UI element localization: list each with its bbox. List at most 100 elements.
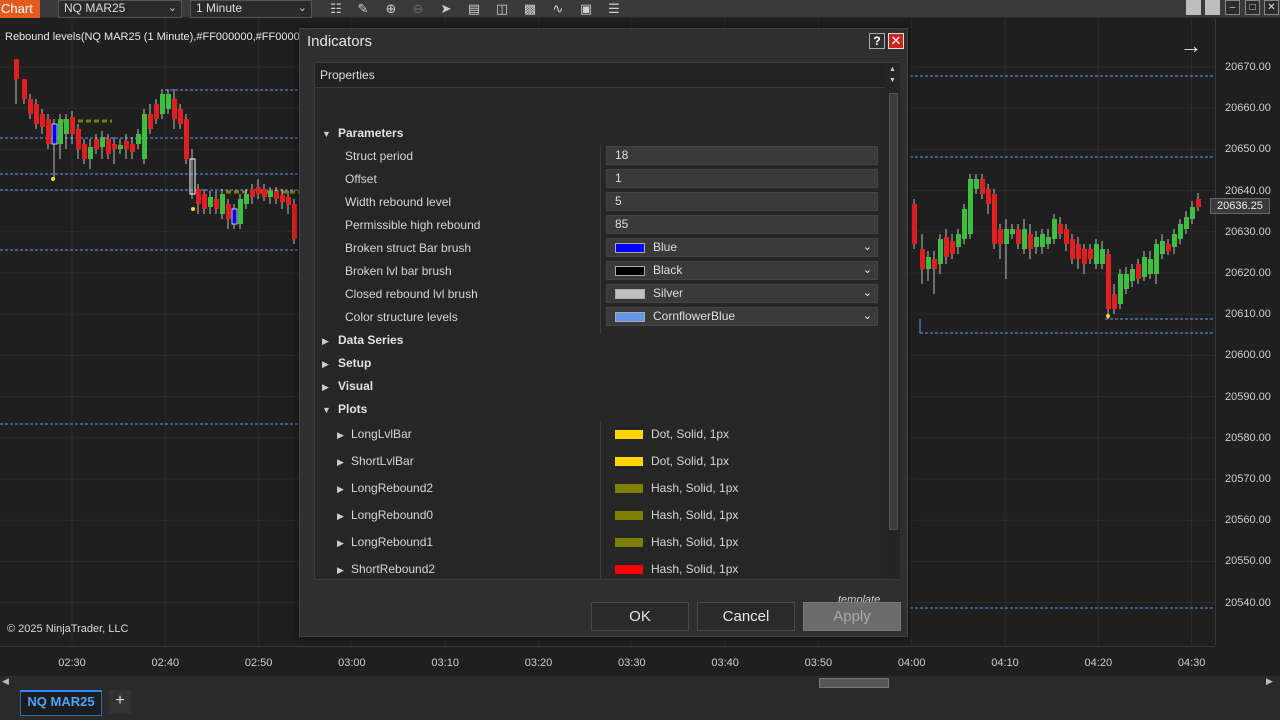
instrument-selector[interactable]: NQ MAR25 ⌄	[58, 0, 182, 18]
minimize-icon[interactable]: –	[1225, 0, 1240, 15]
chart-window-tab[interactable]: Chart	[0, 0, 40, 18]
time-axis[interactable]: 02:30 02:40 02:50 03:00 03:10 03:20 03:30 03:40…	[0, 646, 1215, 676]
candle-body	[142, 114, 147, 159]
interval-selector-label: 1 Minute	[196, 1, 243, 15]
broken-lvl-bar-brush-select[interactable]: Black ⌄	[606, 261, 878, 280]
color-swatch	[615, 511, 643, 521]
color-swatch	[615, 265, 645, 276]
maximize-icon[interactable]: □	[1245, 0, 1260, 15]
templates-icon[interactable]: ◫	[492, 0, 512, 18]
plot-dot	[51, 177, 55, 181]
param-label-broken-struct-bar-brush: Broken struct Bar brush	[345, 241, 472, 255]
candle-body	[1058, 224, 1063, 234]
candle-body	[214, 199, 219, 209]
properties-icon[interactable]: ▣	[576, 0, 596, 18]
category-visual[interactable]: ▶ Visual	[322, 376, 373, 396]
color-structure-levels-select[interactable]: CornflowerBlue ⌄	[606, 307, 878, 326]
plot-label: ShortLvlBar	[351, 454, 414, 468]
struct-period-input[interactable]: 18	[606, 146, 878, 165]
price-tick-label: 20610.00	[1225, 308, 1271, 321]
strategies-icon[interactable]: ▩	[520, 0, 540, 18]
scrollbar-thumb[interactable]	[819, 678, 889, 688]
plot-long-rebound1[interactable]: ▶ LongRebound1	[337, 532, 433, 553]
data-box-icon[interactable]: ▤	[464, 0, 484, 18]
bars-type-icon[interactable]: ☷	[326, 0, 346, 18]
properties-header: Properties	[315, 63, 885, 88]
plot-long-rebound1-value[interactable]: Hash, Solid, 1px	[615, 532, 738, 552]
apply-button[interactable]: Apply	[803, 602, 901, 631]
category-setup[interactable]: ▶ Setup	[322, 353, 371, 373]
scroll-down-icon[interactable]: ▼	[889, 77, 896, 84]
candle-body	[196, 189, 201, 204]
candle-body	[1052, 219, 1057, 239]
price-tick-label: 20580.00	[1225, 431, 1271, 444]
draw-pencil-icon[interactable]: ✎	[353, 0, 373, 18]
cursor-icon[interactable]: ➤	[436, 0, 456, 18]
close-window-icon[interactable]: ✕	[1264, 0, 1279, 15]
closed-rebound-lvl-brush-select[interactable]: Silver ⌄	[606, 284, 878, 303]
plot-long-rebound2[interactable]: ▶ LongRebound2	[337, 478, 433, 499]
broken-struct-bar-brush-select[interactable]: Blue ⌄	[606, 238, 878, 257]
category-parameters[interactable]: ▼ Parameters	[322, 123, 403, 143]
permissible-high-rebound-input[interactable]: 85	[606, 215, 878, 234]
candle-body	[76, 129, 81, 149]
price-tick-label: 20570.00	[1225, 473, 1271, 485]
price-tick-label: 20590.00	[1225, 390, 1271, 403]
color-swatch	[615, 311, 645, 322]
price-axis[interactable]: 20670.00 20660.00 20650.00 20640.00 20630.00…	[1215, 19, 1280, 645]
plot-short-lvl-bar-value[interactable]: Dot, Solid, 1px	[615, 451, 729, 471]
zoom-out-icon[interactable]: ⊖	[408, 0, 428, 18]
plot-short-lvl-bar[interactable]: ▶ ShortLvlBar	[337, 451, 414, 472]
candle-body	[1166, 244, 1171, 251]
candle-body	[1136, 264, 1141, 279]
plot-short-rebound2[interactable]: ▶ ShortRebound2	[337, 559, 435, 580]
indicator-label: Rebound levels(NQ MAR25 (1 Minute),#FF00…	[5, 31, 322, 43]
plot-long-lvl-bar[interactable]: ▶ LongLvlBar	[337, 424, 412, 445]
offset-input[interactable]: 1	[606, 169, 878, 188]
candle-body	[40, 114, 45, 127]
color-swatch	[615, 484, 643, 494]
candle-body	[1130, 269, 1135, 281]
plot-long-rebound0-value[interactable]: Hash, Solid, 1px	[615, 505, 738, 525]
candle-body	[1100, 249, 1105, 264]
add-tab-button[interactable]: +	[109, 690, 131, 714]
window-pin-icon[interactable]	[1186, 0, 1201, 15]
indicators-icon[interactable]: ∿	[548, 0, 568, 18]
time-tick-label: 03:50	[804, 657, 833, 669]
plot-value: Hash, Solid, 1px	[651, 508, 739, 522]
chevron-down-icon: ⌄	[862, 241, 872, 253]
help-button[interactable]: ?	[869, 33, 885, 49]
plot-short-rebound2-value[interactable]: Hash, Solid, 1px	[615, 559, 738, 579]
plot-long-lvl-bar-value[interactable]: Dot, Solid, 1px	[615, 424, 729, 444]
close-dialog-button[interactable]: ✕	[888, 33, 904, 49]
candle-body	[974, 179, 979, 189]
time-tick-label: 04:30	[1177, 657, 1206, 669]
scroll-up-icon[interactable]: ▲	[889, 66, 896, 73]
list-icon[interactable]: ☰	[604, 0, 624, 18]
cancel-button[interactable]: Cancel	[697, 602, 795, 631]
zoom-in-icon[interactable]: ⊕	[381, 0, 401, 18]
plot-long-rebound0[interactable]: ▶ LongRebound0	[337, 505, 433, 526]
plot-long-rebound2-value[interactable]: Hash, Solid, 1px	[615, 478, 738, 498]
width-rebound-level-input[interactable]: 5	[606, 192, 878, 211]
candle-body	[1076, 244, 1081, 259]
candle-body	[274, 191, 279, 199]
category-parameters-label: Parameters	[338, 126, 404, 140]
candle-body	[46, 119, 51, 144]
scroll-right-icon[interactable]: ▶	[1266, 676, 1273, 687]
ok-button[interactable]: OK	[591, 602, 689, 631]
properties-panel: Properties ▲ ▼ ▼ Parameters Struct period…	[314, 62, 900, 606]
horizontal-scrollbar[interactable]	[0, 676, 1280, 690]
category-plots[interactable]: ▼ Plots	[322, 399, 367, 419]
properties-scrollbar-thumb[interactable]	[889, 93, 898, 530]
instrument-tab[interactable]: NQ MAR25	[20, 690, 102, 716]
scroll-left-icon[interactable]: ◀	[2, 676, 9, 687]
interval-selector[interactable]: 1 Minute ⌄	[190, 0, 312, 18]
arrow-right-icon[interactable]: →	[1180, 33, 1202, 59]
candle-body	[1160, 241, 1165, 254]
category-data-series[interactable]: ▶ Data Series	[322, 330, 403, 350]
window-link-icon[interactable]	[1205, 0, 1220, 15]
collapsed-triangle-icon: ▶	[337, 430, 344, 440]
plot-value: Hash, Solid, 1px	[651, 535, 739, 549]
param-label-struct-period: Struct period	[345, 149, 414, 163]
